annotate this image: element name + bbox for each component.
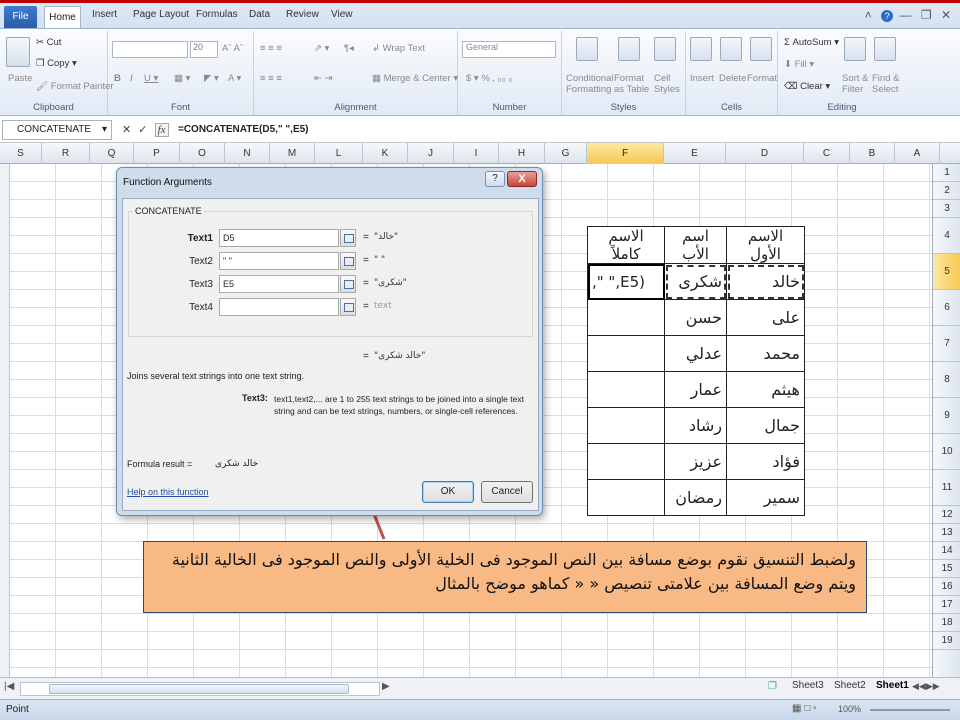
equals-sign: = <box>363 232 369 243</box>
equals-sign: = <box>363 351 369 362</box>
scrollbar-thumb[interactable] <box>49 684 349 694</box>
collapse-icon[interactable] <box>340 229 356 247</box>
arg-result-text2: " " <box>374 255 386 265</box>
arg-result-text1: "خالد" <box>374 232 399 242</box>
formula-result-label: Formula result = <box>127 459 193 469</box>
collapse-icon[interactable] <box>340 275 356 293</box>
arg-input-text3[interactable]: E5 <box>219 275 339 293</box>
zoom-level[interactable]: 100% <box>838 704 861 714</box>
status-mode: Point <box>6 704 29 715</box>
function-description: Joins several text strings into one text… <box>127 371 305 381</box>
arg-label-text3: Text3 <box>189 279 213 290</box>
sheet-tab-sheet3[interactable]: Sheet3 <box>792 680 824 691</box>
horizontal-scrollbar[interactable] <box>20 682 380 696</box>
scroll-left-icon[interactable]: |◀ <box>4 681 14 692</box>
arg-description-name: Text3: <box>242 393 268 403</box>
cancel-button[interactable]: Cancel <box>481 481 533 503</box>
ok-button[interactable]: OK <box>422 481 474 503</box>
arg-input-text4[interactable] <box>219 298 339 316</box>
arg-label-text1: Text1 <box>187 233 213 244</box>
dialog-body: CONCATENATE Text1 D5 = "خالد" Text2 " " … <box>122 198 539 511</box>
dialog-close-button[interactable]: X <box>507 171 537 187</box>
sheet-tab-sheet1[interactable]: Sheet1 <box>876 680 909 691</box>
arg-label-text4: Text4 <box>189 302 213 313</box>
zoom-slider[interactable] <box>870 709 950 711</box>
status-bar: Point ▦ □ ▫ 100% <box>0 699 960 720</box>
arg-result-text3: "شكرى" <box>374 278 407 288</box>
arg-input-text2[interactable]: " " <box>219 252 339 270</box>
sheet-tab-sheet2[interactable]: Sheet2 <box>834 680 866 691</box>
equals-sign: = <box>363 301 369 312</box>
total-result: "خالد شكرى" <box>374 351 426 361</box>
collapse-icon[interactable] <box>340 298 356 316</box>
view-buttons-icon[interactable]: ▦ □ ▫ <box>792 703 817 714</box>
insert-sheet-icon[interactable]: ❐ <box>768 681 777 692</box>
function-arguments-dialog: Function Arguments ? X CONCATENATE Text1… <box>116 167 543 516</box>
equals-sign: = <box>363 278 369 289</box>
dialog-title: Function Arguments <box>123 177 212 188</box>
collapse-icon[interactable] <box>340 252 356 270</box>
dialog-help-button[interactable]: ? <box>485 171 505 187</box>
sheet-nav-icon[interactable]: ◀◀▶▶ <box>912 681 940 692</box>
arg-result-text4: text <box>374 301 392 311</box>
arg-label-text2: Text2 <box>189 256 213 267</box>
formula-result-value: خالد شكرى <box>215 459 259 469</box>
equals-sign: = <box>363 255 369 266</box>
arg-input-text1[interactable]: D5 <box>219 229 339 247</box>
help-on-function-link[interactable]: Help on this function <box>127 487 209 497</box>
arg-description: text1,text2,... are 1 to 255 text string… <box>274 394 524 416</box>
function-name: CONCATENATE <box>133 206 204 216</box>
sheet-tab-bar: |◀ ▶ ❐ Sheet3 Sheet2 Sheet1 ◀◀▶▶ <box>0 677 960 699</box>
scroll-right-icon[interactable]: ▶ <box>382 681 390 692</box>
